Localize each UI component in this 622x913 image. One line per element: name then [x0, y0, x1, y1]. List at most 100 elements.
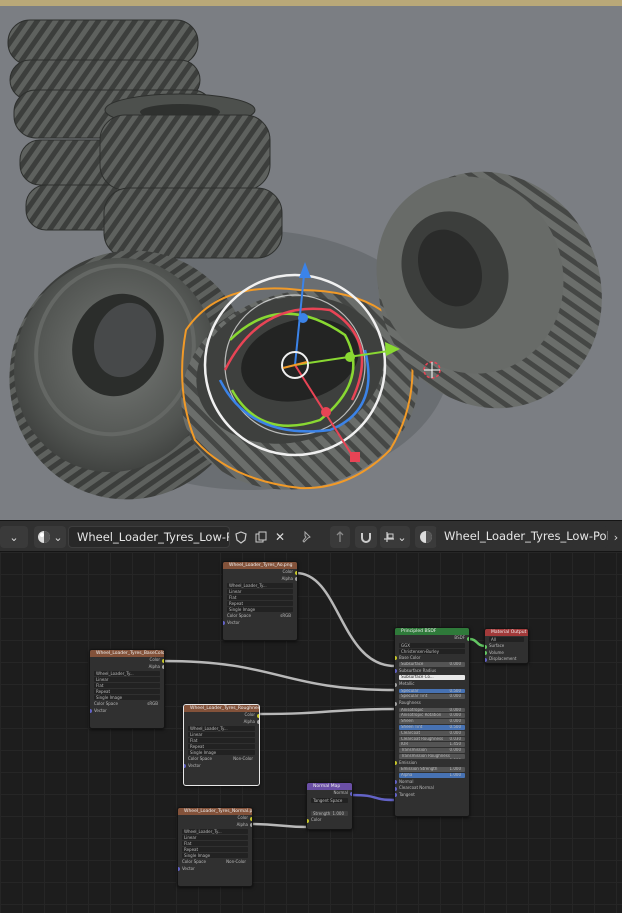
snap-target-dropdown[interactable]: ⌄ — [380, 526, 410, 548]
parent-node-tree-icon[interactable] — [330, 526, 350, 548]
socket[interactable] — [395, 656, 397, 660]
socket[interactable] — [467, 636, 469, 641]
image-selector[interactable]: Wheel_Loader_Ty... — [188, 726, 255, 731]
socket[interactable] — [223, 621, 225, 625]
socket[interactable] — [90, 709, 92, 713]
socket[interactable] — [395, 786, 397, 791]
menu-dropdown[interactable]: ⌄ — [0, 526, 28, 548]
bsdf-input-ior[interactable]: IOR 1.450 — [399, 742, 465, 748]
target-select[interactable]: All — [489, 637, 524, 642]
duplicate-material-icon[interactable] — [252, 526, 270, 548]
interpolation-select[interactable]: Linear — [227, 589, 293, 594]
socket[interactable] — [257, 713, 259, 718]
image-texture-node-normal[interactable]: Wheel_Loader_Tyres_Normal.png Color Alph… — [177, 807, 253, 887]
bsdf-input-base-color[interactable]: Base Color — [395, 655, 469, 662]
socket[interactable] — [485, 657, 487, 662]
subsurface-method-select[interactable]: Christensen-Burley — [399, 648, 465, 654]
overflow-arrow-icon[interactable]: › — [610, 526, 622, 548]
bsdf-input-transmission[interactable]: Transmission 0.000 — [399, 748, 465, 754]
material-browse-button[interactable]: ⌄ — [34, 526, 66, 548]
socket[interactable] — [395, 669, 397, 674]
bsdf-input-roughness[interactable]: Roughness — [395, 700, 469, 707]
fake-user-shield-icon[interactable] — [232, 526, 250, 548]
bsdf-input-sheen-tint[interactable]: Sheen Tint 0.500 — [399, 725, 465, 730]
socket[interactable] — [395, 682, 397, 687]
input-vector: Vector — [178, 866, 252, 873]
extension-select[interactable]: Repeat — [94, 689, 160, 694]
bsdf-input-sheen[interactable]: Sheen 0.000 — [399, 719, 465, 725]
bsdf-input-emission-strength[interactable]: Emission Strength 1.000 — [399, 767, 465, 773]
bsdf-input-anisotropic[interactable]: Anisotropic 0.000 — [399, 707, 465, 713]
socket[interactable] — [295, 570, 297, 575]
bsdf-input-metallic[interactable]: Metallic — [395, 681, 469, 688]
snap-magnet-icon[interactable] — [355, 526, 377, 548]
normal-map-node[interactable]: Normal Map Normal Tangent Space Strength… — [306, 782, 353, 830]
bsdf-input-anisotropic-rotation[interactable]: Anisotropic Rotation 0.000 — [399, 713, 465, 719]
socket[interactable] — [395, 780, 397, 785]
bsdf-input-transmission-roughness[interactable]: Transmission Roughness0.000 — [399, 754, 465, 759]
pin-icon[interactable] — [296, 526, 318, 548]
image-selector[interactable]: Wheel_Loader_Ty... — [227, 583, 293, 588]
socket[interactable] — [395, 793, 397, 798]
socket[interactable] — [485, 651, 487, 655]
source-select[interactable]: Single Image — [182, 853, 248, 858]
bsdf-input-clearcoat-roughness[interactable]: Clearcoat Roughness 0.030 — [399, 736, 465, 742]
socket[interactable] — [257, 720, 259, 724]
3d-viewport[interactable] — [0, 0, 622, 520]
bsdf-input-specular[interactable]: Specular 0.500 — [399, 688, 465, 694]
unlink-material-close-icon[interactable]: ✕ — [272, 526, 288, 548]
bsdf-input-specular-tint[interactable]: Specular Tint 0.000 — [399, 694, 465, 700]
node-links — [162, 571, 486, 829]
socket[interactable] — [162, 658, 164, 663]
image-selector[interactable]: Wheel_Loader_Ty... — [94, 671, 160, 676]
projection-select[interactable]: Flat — [94, 683, 160, 688]
bsdf-input-emission[interactable]: Emission — [395, 760, 469, 767]
viewport-scene — [7, 19, 602, 500]
material-name-field-2[interactable]: Wheel_Loader_Tyres_Low-Poly — [436, 526, 608, 548]
principled-bsdf-node[interactable]: Principled BSDF BSDF GGX Christensen-Bur… — [394, 627, 470, 817]
space-select[interactable]: Tangent Space — [311, 797, 348, 803]
distribution-select[interactable]: GGX — [399, 642, 465, 648]
strength-field[interactable]: Strength 1.000 — [311, 811, 348, 816]
projection-select[interactable]: Flat — [188, 738, 255, 743]
socket[interactable] — [395, 761, 397, 766]
image-texture-node-basecolor[interactable]: Wheel_Loader_Tyres_BaseColor.png Color A… — [89, 649, 165, 729]
interpolation-select[interactable]: Linear — [182, 835, 248, 840]
socket[interactable] — [307, 818, 309, 823]
material-slot-icon[interactable] — [415, 526, 437, 548]
projection-select[interactable]: Flat — [227, 595, 293, 600]
shader-node-editor[interactable]: Wheel_Loader_Tyres_Ao.png Color Alpha Wh… — [0, 552, 622, 913]
source-select[interactable]: Single Image — [227, 607, 293, 612]
socket[interactable] — [250, 816, 252, 821]
material-name-field[interactable]: Wheel_Loader_Tyres_Low-Poly — [68, 526, 230, 548]
image-selector[interactable]: Wheel_Loader_Ty... — [182, 829, 248, 834]
extension-select[interactable]: Repeat — [227, 601, 293, 606]
socket[interactable] — [485, 644, 487, 649]
material-output-node[interactable]: Material Output All Surface Volume Displ… — [484, 628, 529, 664]
bsdf-input-alpha[interactable]: Alpha 1.000 — [399, 773, 465, 778]
extension-select[interactable]: Repeat — [182, 847, 248, 852]
bsdf-input-subsurface-radius[interactable]: Subsurface Radius — [395, 668, 469, 675]
socket[interactable] — [178, 867, 180, 871]
socket[interactable] — [350, 791, 352, 796]
extension-select[interactable]: Repeat — [188, 744, 255, 749]
bsdf-input-tangent[interactable]: Tangent — [395, 792, 469, 799]
socket[interactable] — [184, 764, 186, 768]
strength-spacer — [307, 804, 352, 811]
bsdf-input-subsurface[interactable]: Subsurface 0.000 — [399, 662, 465, 667]
source-select[interactable]: Single Image — [188, 750, 255, 755]
interpolation-select[interactable]: Linear — [188, 732, 255, 737]
interpolation-select[interactable]: Linear — [94, 677, 160, 682]
socket[interactable] — [295, 577, 297, 581]
source-select[interactable]: Single Image — [94, 695, 160, 700]
image-texture-node-ao[interactable]: Wheel_Loader_Tyres_Ao.png Color Alpha Wh… — [222, 561, 298, 641]
socket[interactable] — [162, 665, 164, 669]
node-editor-header: ⌄ ⌄ Wheel_Loader_Tyres_Low-Poly ✕ ⌄ Whee… — [0, 520, 622, 552]
socket[interactable] — [250, 823, 252, 827]
bsdf-input-clearcoat[interactable]: Clearcoat 0.000 — [399, 730, 465, 736]
socket[interactable] — [395, 701, 397, 706]
projection-select[interactable]: Flat — [182, 841, 248, 846]
image-texture-node-roughness[interactable]: Wheel_Loader_Tyres_Roughness.png Color A… — [183, 704, 260, 786]
link-normal-color — [250, 822, 309, 829]
bsdf-input-subsurface-co[interactable]: Subsurface Co... — [399, 675, 465, 681]
